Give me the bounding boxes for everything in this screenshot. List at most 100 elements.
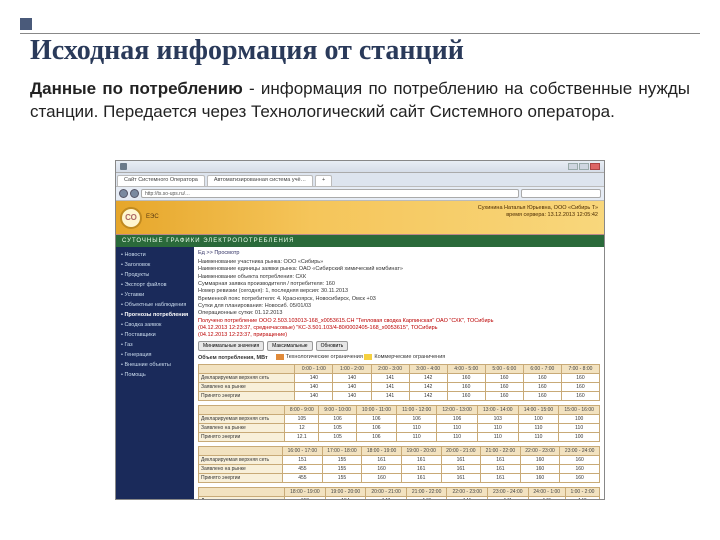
col-header: 18:00 - 19:00 [285,488,326,497]
tab-1[interactable]: Сайт Системного Оператора [117,175,205,186]
col-header: 5:00 - 6:00 [485,365,523,374]
col-header: 15:00 - 16:00 [559,406,600,415]
meta-line: Наименование единицы заявки рынка: ОАО «… [198,266,600,272]
table-row: Принято энергии455155160161161161160160 [199,474,600,483]
col-header: 18:00 - 19:00 [362,447,402,456]
row-label: Декларируемая верхняя сеть [199,456,283,465]
cell: 160 [362,465,402,474]
row-label: Декларируемая верхняя сеть [199,415,285,424]
cell: 160 [523,392,561,401]
col-header: 22:00 - 23:00 [447,488,488,497]
col-header: 9:00 - 10:00 [319,406,356,415]
tab-new[interactable]: + [315,175,332,186]
col-header: 1:00 - 2:00 [565,488,599,497]
meta-red-block: Получено потребление ООО 2.503.103013-16… [198,318,600,339]
cell: 110 [437,433,478,442]
cell: 160 [561,392,599,401]
cell: 155 [322,456,362,465]
cell: 160 [561,374,599,383]
cell: 140 [333,383,371,392]
sidebar-item[interactable]: • Заголовок [119,260,191,270]
cell: 110 [518,424,559,433]
cell: 141 [488,497,529,499]
forward-button[interactable] [130,189,139,198]
col-header: 17:00 - 18:00 [322,447,362,456]
table-row: Заявлено на рынке45515516016116116116016… [199,465,600,474]
cell: 155 [322,465,362,474]
row-label: Принято энергии [199,474,283,483]
cell: 141 [371,383,409,392]
sidebar-item[interactable]: • Помощь [119,370,191,380]
cell: 147 [366,497,407,499]
meta-red-line: (04.12.2013 12:23:37, приращение) [198,332,600,338]
meta-line: Операционные сутки: 01.12.2013 [198,310,600,316]
cell: 155 [322,474,362,483]
address-input[interactable]: http://ts.so-ups.ru/… [141,189,519,198]
sidebar-item[interactable]: • Новости [119,250,191,260]
cell: 142 [409,383,447,392]
col-header: 14:00 - 15:00 [518,406,559,415]
cell: 161 [441,474,481,483]
col-header: 12:00 - 13:00 [437,406,478,415]
cell: 105 [285,415,319,424]
sidebar-item[interactable]: • Внешние объекты [119,360,191,370]
close-button[interactable] [590,163,600,170]
col-header: 21:00 - 22:00 [406,488,447,497]
cell: 160 [447,374,485,383]
legend: Технологические ограничения Коммерческие… [276,354,446,362]
sidebar-item[interactable]: • Прогнозы потребления [119,310,191,320]
sidebar-item[interactable]: • Объектные наблюдения [119,300,191,310]
table-row: Заявлено на рынке12105106110110110110110 [199,424,600,433]
cell: 455 [283,474,323,483]
row-label: Декларируемая верхняя сеть [199,497,285,499]
meta-block: Наименование участника рынка: ООО «Сибир… [198,259,600,317]
cell: 12.1 [285,433,319,442]
filter-button[interactable]: Минимальные значения [198,341,264,351]
col-header: 19:00 - 20:00 [325,488,366,497]
cell: 12 [285,424,319,433]
cell: 106 [319,415,356,424]
slide-title: Исходная информация от станций [30,35,464,67]
cell: 110 [559,424,600,433]
sidebar-item[interactable]: • Уставки [119,290,191,300]
row-label: Декларируемая верхняя сеть [199,374,295,383]
maximize-button[interactable] [579,163,589,170]
filter-button[interactable]: Обновить [316,341,349,351]
filter-button[interactable]: Максимальные [267,341,312,351]
table-row: Принято энергии12.1105106110110110110100 [199,433,600,442]
cell: 161 [401,474,441,483]
cell: 160 [485,392,523,401]
sidebar-item[interactable]: • Сводка заявок [119,320,191,330]
col-header: 11:00 - 12:00 [397,406,437,415]
cell: 140 [528,497,565,499]
volume-label: Объем потребления, МВт [198,355,268,361]
cell: 100 [559,433,600,442]
tab-2[interactable]: Автоматизированная система учё… [207,175,313,186]
table-row: Принято энергии140140141142160160160160 [199,392,600,401]
minimize-button[interactable] [568,163,578,170]
search-input[interactable] [521,189,601,198]
cell: 140 [295,374,333,383]
row-label: Принято энергии [199,433,285,442]
col-header: 19:00 - 20:00 [401,447,441,456]
cell: 160 [362,474,402,483]
back-button[interactable] [119,189,128,198]
sidebar-item[interactable]: • Генерация [119,350,191,360]
cell: 160 [523,383,561,392]
sidebar-item[interactable]: • Экспорт файлов [119,280,191,290]
main-panel: Ед >> Просмотр Наименование участника ры… [194,247,604,499]
cell: 158 [285,497,326,499]
col-header: 0:00 - 1:00 [295,365,333,374]
cell: 142 [409,374,447,383]
sidebar-item[interactable]: • Поставщики [119,330,191,340]
cell: 110 [477,424,518,433]
cell: 140 [295,383,333,392]
col-header: 24:00 - 1:00 [528,488,565,497]
breadcrumb: Ед >> Просмотр [198,250,600,256]
col-header: 4:00 - 5:00 [447,365,485,374]
sidebar: • Новости• Заголовок• Продукты• Экспорт … [116,247,194,499]
sidebar-item[interactable]: • Продукты [119,270,191,280]
cell: 160 [561,383,599,392]
sidebar-item[interactable]: • Газ [119,340,191,350]
col-header: 16:00 - 17:00 [283,447,323,456]
